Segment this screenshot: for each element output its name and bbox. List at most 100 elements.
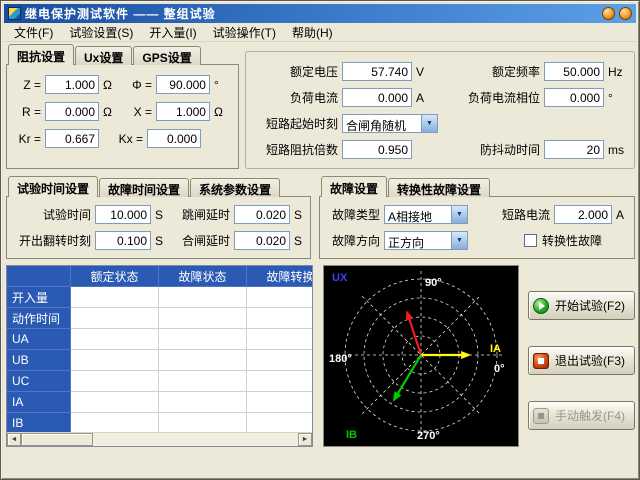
rated-frequency-input[interactable] bbox=[544, 62, 604, 81]
menu-inputs[interactable]: 开入量(I) bbox=[141, 22, 204, 43]
table-row: IA bbox=[7, 392, 312, 413]
table-cell[interactable] bbox=[159, 392, 247, 413]
fault-type-combo[interactable]: A相接地 ▼ bbox=[384, 205, 468, 224]
test-time-input[interactable] bbox=[95, 205, 151, 224]
table-cell[interactable] bbox=[159, 413, 247, 434]
tab-fault-settings[interactable]: 故障设置 bbox=[321, 176, 387, 197]
row-header[interactable]: 开入量 bbox=[7, 287, 71, 308]
rated-voltage-input[interactable] bbox=[342, 62, 412, 81]
scroll-thumb[interactable] bbox=[21, 433, 93, 446]
r-input[interactable] bbox=[45, 102, 99, 121]
table-cell[interactable] bbox=[71, 371, 159, 392]
start-test-button[interactable]: 开始试验(F2) bbox=[528, 291, 635, 320]
table-cell[interactable] bbox=[247, 371, 313, 392]
r-label: R = bbox=[13, 105, 41, 119]
short-current-input[interactable] bbox=[554, 205, 612, 224]
load-current-label: 负荷电流 bbox=[254, 89, 338, 106]
table-row: UC bbox=[7, 371, 312, 392]
table-row: UB bbox=[7, 350, 312, 371]
impedance-panel: 阻抗设置 Ux设置 GPS设置 Z = Ω Φ = ° R = Ω X = Ω bbox=[6, 45, 239, 169]
chevron-down-icon[interactable]: ▼ bbox=[451, 232, 467, 249]
z-input[interactable] bbox=[45, 75, 99, 94]
anti-shake-time-input[interactable] bbox=[544, 140, 604, 159]
tab-convertible-fault-settings[interactable]: 转换性故障设置 bbox=[388, 178, 490, 197]
manual-trigger-label: 手动触发(F4) bbox=[555, 407, 625, 424]
table-cell[interactable] bbox=[159, 308, 247, 329]
menu-test-settings[interactable]: 试验设置(S) bbox=[61, 22, 141, 43]
table-cell[interactable] bbox=[247, 329, 313, 350]
kr-input[interactable] bbox=[45, 129, 99, 148]
row-header[interactable]: IA bbox=[7, 392, 71, 413]
r-unit: Ω bbox=[103, 105, 112, 119]
table-cell[interactable] bbox=[71, 350, 159, 371]
rated-voltage-unit: V bbox=[416, 65, 424, 79]
menu-help[interactable]: 帮助(H) bbox=[284, 22, 341, 43]
table-cell[interactable] bbox=[159, 350, 247, 371]
table-cell[interactable] bbox=[247, 308, 313, 329]
scroll-left-icon[interactable]: ◄ bbox=[7, 433, 21, 446]
short-impedance-factor-input[interactable] bbox=[342, 140, 412, 159]
table-cell[interactable] bbox=[159, 287, 247, 308]
short-circuit-start-combo[interactable]: 合闸角随机 ▼ bbox=[342, 114, 438, 133]
column-header[interactable]: 故障转换 bbox=[247, 266, 313, 287]
tab-fault-time-settings[interactable]: 故障时间设置 bbox=[99, 178, 189, 197]
exit-test-button[interactable]: 退出试验(F3) bbox=[528, 346, 635, 375]
phasor-arrowhead bbox=[393, 391, 402, 402]
start-test-label: 开始试验(F2) bbox=[555, 297, 625, 314]
table-cell[interactable] bbox=[159, 329, 247, 350]
tab-gps-settings[interactable]: GPS设置 bbox=[133, 46, 200, 65]
flip-time-input[interactable] bbox=[95, 231, 151, 250]
kx-label: Kx = bbox=[113, 132, 143, 146]
row-header[interactable]: 动作时间 bbox=[7, 308, 71, 329]
table-cell[interactable] bbox=[71, 308, 159, 329]
table-cell[interactable] bbox=[247, 287, 313, 308]
phi-input[interactable] bbox=[156, 75, 210, 94]
x-unit: Ω bbox=[214, 105, 223, 119]
table-cell[interactable] bbox=[71, 287, 159, 308]
table-row: IB bbox=[7, 413, 312, 434]
column-header[interactable]: 故障状态 bbox=[159, 266, 247, 287]
row-header[interactable]: UA bbox=[7, 329, 71, 350]
tab-impedance-settings[interactable]: 阻抗设置 bbox=[8, 44, 74, 65]
menu-file[interactable]: 文件(F) bbox=[6, 22, 61, 43]
trip-delay-input[interactable] bbox=[234, 205, 290, 224]
minimize-button[interactable] bbox=[602, 7, 615, 20]
table-cell[interactable] bbox=[247, 350, 313, 371]
table-hscrollbar[interactable]: ◄ ► bbox=[7, 432, 312, 446]
table-cell[interactable] bbox=[159, 371, 247, 392]
short-current-unit: A bbox=[616, 208, 628, 222]
short-circuit-start-value: 合闸角随机 bbox=[343, 115, 421, 132]
short-current-label: 短路电流 bbox=[496, 206, 550, 223]
table-cell[interactable] bbox=[247, 392, 313, 413]
corner-header[interactable] bbox=[7, 266, 71, 287]
short-impedance-factor-label: 短路阻抗倍数 bbox=[254, 141, 338, 158]
chevron-down-icon[interactable]: ▼ bbox=[451, 206, 467, 223]
table-cell[interactable] bbox=[71, 392, 159, 413]
table-cell[interactable] bbox=[71, 413, 159, 434]
load-current-phase-input[interactable] bbox=[544, 88, 604, 107]
load-current-input[interactable] bbox=[342, 88, 412, 107]
convertible-fault-checkbox[interactable] bbox=[524, 234, 537, 247]
scroll-right-icon[interactable]: ► bbox=[298, 433, 312, 446]
tab-test-time-settings[interactable]: 试验时间设置 bbox=[8, 176, 98, 197]
diagram-label: 90° bbox=[425, 277, 442, 289]
start-play-icon bbox=[533, 298, 549, 314]
vector-plot: UX90°IA0°180°270°IB bbox=[324, 266, 518, 446]
table-cell[interactable] bbox=[71, 329, 159, 350]
row-header[interactable]: UC bbox=[7, 371, 71, 392]
table-cell[interactable] bbox=[247, 413, 313, 434]
menu-test-operation[interactable]: 试验操作(T) bbox=[205, 22, 284, 43]
column-header[interactable]: 额定状态 bbox=[71, 266, 159, 287]
menu-bar: 文件(F) 试验设置(S) 开入量(I) 试验操作(T) 帮助(H) bbox=[4, 23, 636, 42]
status-table-header: 额定状态故障状态故障转换 bbox=[7, 266, 312, 287]
row-header[interactable]: IB bbox=[7, 413, 71, 434]
kx-input[interactable] bbox=[147, 129, 201, 148]
chevron-down-icon[interactable]: ▼ bbox=[421, 115, 437, 132]
close-button[interactable] bbox=[619, 7, 632, 20]
tab-ux-settings[interactable]: Ux设置 bbox=[75, 46, 132, 65]
close-delay-input[interactable] bbox=[234, 231, 290, 250]
fault-direction-combo[interactable]: 正方向 ▼ bbox=[384, 231, 468, 250]
x-input[interactable] bbox=[156, 102, 210, 121]
tab-system-param-settings[interactable]: 系统参数设置 bbox=[190, 178, 280, 197]
row-header[interactable]: UB bbox=[7, 350, 71, 371]
